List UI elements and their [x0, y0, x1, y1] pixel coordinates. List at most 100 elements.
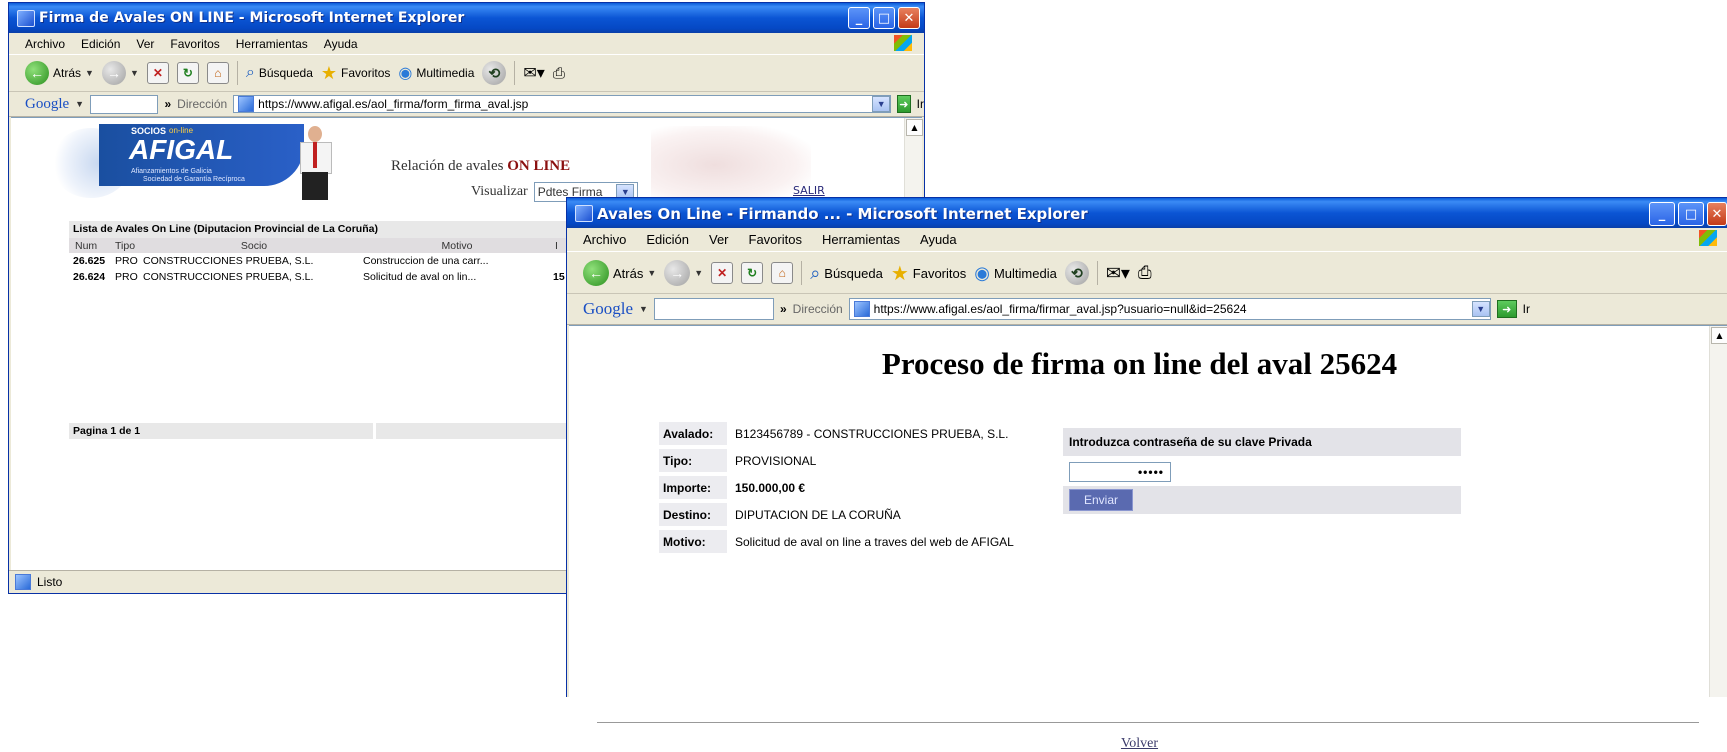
- scroll-up-icon[interactable]: ▲: [1711, 327, 1727, 344]
- google-search-input[interactable]: [90, 94, 159, 114]
- url-input[interactable]: https://www.afigal.es/aol_firma/form_fir…: [233, 95, 892, 113]
- address-bar: Google ▼ » Dirección https://www.afigal.e…: [567, 294, 1727, 325]
- menu-ver[interactable]: Ver: [136, 37, 154, 51]
- forward-button[interactable]: → ▼: [101, 61, 139, 85]
- browser-window-firmando: Avales On Line - Firmando ... - Microsof…: [566, 197, 1727, 751]
- menu-ayuda[interactable]: Ayuda: [324, 37, 358, 51]
- avales-table: Lista de Avales On Line (Diputacion Prov…: [69, 221, 569, 285]
- history-icon[interactable]: ⟲: [1064, 261, 1089, 285]
- maximize-button[interactable]: □: [1678, 202, 1704, 226]
- minimize-button[interactable]: _: [848, 7, 870, 29]
- submit-row: Enviar: [1063, 486, 1461, 514]
- back-button[interactable]: ← Atrás ▼: [25, 61, 94, 85]
- star-icon: ★: [890, 262, 909, 285]
- media-icon: ◉: [398, 65, 413, 82]
- url-dropdown-icon[interactable]: ▼: [1471, 301, 1490, 317]
- menu-favoritos[interactable]: Favoritos: [170, 37, 219, 51]
- favorites-button[interactable]: ★ Favoritos: [891, 261, 966, 286]
- favorites-button[interactable]: ★ Favoritos: [321, 63, 391, 84]
- page-icon: [238, 96, 255, 112]
- go-label[interactable]: Ir: [1523, 302, 1530, 316]
- menu-edicion[interactable]: Edición: [81, 37, 120, 51]
- table-header: Num Tipo Socio Motivo I: [69, 238, 569, 253]
- google-toolbar-logo[interactable]: Google: [583, 299, 633, 319]
- address-label: Dirección: [792, 302, 843, 316]
- windows-logo-icon: [1699, 230, 1717, 246]
- go-arrow-icon[interactable]: ➜: [897, 95, 911, 113]
- minimize-button[interactable]: _: [1649, 202, 1675, 226]
- menu-herramientas[interactable]: Herramientas: [822, 232, 900, 247]
- detail-row-destino: Destino: DIPUTACION DE LA CORUÑA: [659, 501, 1014, 528]
- table-title: Lista de Avales On Line (Diputacion Prov…: [69, 221, 569, 238]
- businessman-figure: [296, 126, 334, 202]
- forward-arrow-icon: →: [664, 260, 691, 286]
- password-input[interactable]: •••••: [1069, 462, 1171, 482]
- title-bar[interactable]: Avales On Line - Firmando ... - Microsof…: [567, 198, 1727, 228]
- refresh-icon[interactable]: ↻: [176, 62, 199, 84]
- media-icon: ◉: [974, 262, 990, 283]
- page-done-icon: [15, 574, 31, 590]
- go-label[interactable]: Ir: [917, 97, 924, 111]
- url-text: https://www.afigal.es/aol_firma/form_fir…: [258, 97, 529, 111]
- volver-link: Volver: [1120, 736, 1159, 751]
- menu-bar: Archivo Edición Ver Favoritos Herramient…: [9, 33, 924, 55]
- menu-edicion[interactable]: Edición: [646, 232, 689, 247]
- ie-icon: [17, 10, 35, 27]
- mail-icon[interactable]: ✉▾: [1106, 263, 1130, 284]
- title-bar[interactable]: Firma de Avales ON LINE - Microsoft Inte…: [9, 3, 924, 33]
- url-dropdown-icon[interactable]: ▼: [872, 96, 891, 112]
- address-label: Dirección: [177, 97, 228, 111]
- close-button[interactable]: ✕: [1707, 202, 1727, 226]
- menu-ver[interactable]: Ver: [709, 232, 729, 247]
- search-button[interactable]: ⌕ Búsqueda: [810, 263, 883, 284]
- menu-bar: Archivo Edición Ver Favoritos Herramient…: [567, 228, 1727, 252]
- page-title: Proceso de firma on line del aval 25624: [881, 346, 1398, 381]
- window-title: Avales On Line - Firmando ... - Microsof…: [597, 205, 1088, 223]
- forward-button[interactable]: → ▼: [664, 260, 703, 286]
- address-bar: Google ▼ » Dirección https://www.afigal.e…: [9, 92, 924, 117]
- back-arrow-icon: ←: [25, 61, 49, 85]
- search-icon: ⌕: [245, 64, 255, 81]
- menu-herramientas[interactable]: Herramientas: [236, 37, 308, 51]
- search-icon: ⌕: [810, 262, 821, 283]
- menu-ayuda[interactable]: Ayuda: [920, 232, 957, 247]
- enviar-button[interactable]: Enviar: [1069, 489, 1134, 511]
- table-row[interactable]: 26.625 PRO CONSTRUCCIONES PRUEBA, S.L. C…: [69, 253, 569, 269]
- history-icon[interactable]: ⟲: [482, 61, 507, 85]
- mail-icon[interactable]: ✉▾: [523, 63, 544, 83]
- refresh-icon[interactable]: ↻: [741, 262, 764, 284]
- salir-link[interactable]: SALIR: [793, 184, 825, 197]
- forward-arrow-icon: →: [101, 61, 126, 85]
- go-arrow-icon[interactable]: ➜: [1496, 300, 1517, 318]
- google-toolbar-logo[interactable]: Google: [25, 96, 69, 113]
- stop-icon[interactable]: ✕: [146, 62, 169, 84]
- multimedia-button[interactable]: ◉ Multimedia: [398, 63, 474, 83]
- print-icon[interactable]: ⎙: [1138, 263, 1152, 283]
- page-content: Proceso de firma on line del aval 25624 …: [569, 325, 1727, 751]
- print-icon[interactable]: ⎙: [553, 65, 565, 82]
- vertical-scrollbar[interactable]: ▲: [1709, 326, 1727, 697]
- menu-favoritos[interactable]: Favoritos: [749, 232, 802, 247]
- star-icon: ★: [320, 62, 338, 83]
- google-search-input[interactable]: [653, 298, 774, 320]
- maximize-button[interactable]: □: [873, 7, 895, 29]
- detail-row-avalado: Avalado: B123456789 - CONSTRUCCIONES PRU…: [659, 420, 1014, 447]
- url-text: https://www.afigal.es/aol_firma/firmar_a…: [873, 302, 1247, 316]
- scroll-up-icon[interactable]: ▲: [906, 119, 923, 136]
- menu-archivo[interactable]: Archivo: [25, 37, 65, 51]
- home-icon[interactable]: ⌂: [206, 62, 229, 84]
- stop-icon[interactable]: ✕: [711, 262, 734, 284]
- decorative-image: [651, 126, 811, 204]
- close-button[interactable]: ✕: [898, 7, 920, 29]
- afigal-logo: SOCIOS on-line AFIGAL Afianzamientos de …: [51, 124, 332, 204]
- back-button[interactable]: ← Atrás ▼: [583, 260, 656, 286]
- search-button[interactable]: ⌕ Búsqueda: [246, 64, 313, 82]
- multimedia-button[interactable]: ◉ Multimedia: [974, 263, 1057, 284]
- menu-archivo[interactable]: Archivo: [583, 232, 626, 247]
- password-form: Introduzca contraseña de su clave Privad…: [1063, 428, 1461, 514]
- ie-icon: [575, 205, 593, 222]
- table-row[interactable]: 26.624 PRO CONSTRUCCIONES PRUEBA, S.L. S…: [69, 269, 569, 285]
- url-input[interactable]: https://www.afigal.es/aol_firma/firmar_a…: [848, 298, 1491, 320]
- home-icon[interactable]: ⌂: [771, 262, 794, 284]
- detail-row-importe: Importe: 150.000,00 €: [659, 474, 1014, 501]
